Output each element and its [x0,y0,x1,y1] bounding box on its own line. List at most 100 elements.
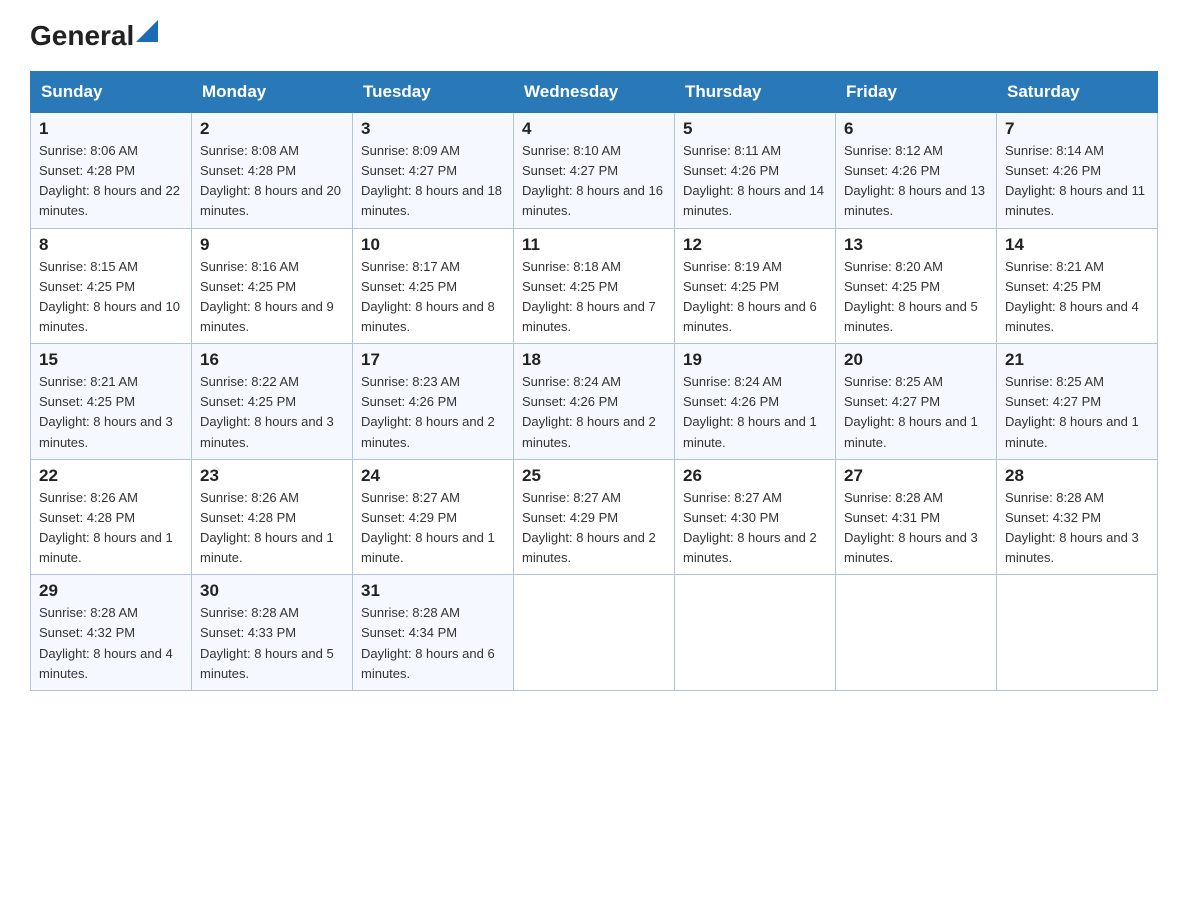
day-info: Sunrise: 8:26 AMSunset: 4:28 PMDaylight:… [39,488,183,569]
logo-general: General [30,22,134,50]
day-cell: 10Sunrise: 8:17 AMSunset: 4:25 PMDayligh… [353,228,514,344]
day-cell: 7Sunrise: 8:14 AMSunset: 4:26 PMDaylight… [997,113,1158,229]
day-info: Sunrise: 8:27 AMSunset: 4:30 PMDaylight:… [683,488,827,569]
day-cell: 16Sunrise: 8:22 AMSunset: 4:25 PMDayligh… [192,344,353,460]
header-thursday: Thursday [675,72,836,113]
logo-triangle-icon [136,20,158,42]
day-number: 10 [361,235,505,255]
day-info: Sunrise: 8:22 AMSunset: 4:25 PMDaylight:… [200,372,344,453]
day-number: 19 [683,350,827,370]
calendar-table: SundayMondayTuesdayWednesdayThursdayFrid… [30,71,1158,691]
week-row-1: 1Sunrise: 8:06 AMSunset: 4:28 PMDaylight… [31,113,1158,229]
day-info: Sunrise: 8:23 AMSunset: 4:26 PMDaylight:… [361,372,505,453]
day-info: Sunrise: 8:17 AMSunset: 4:25 PMDaylight:… [361,257,505,338]
day-cell: 13Sunrise: 8:20 AMSunset: 4:25 PMDayligh… [836,228,997,344]
day-info: Sunrise: 8:24 AMSunset: 4:26 PMDaylight:… [522,372,666,453]
day-number: 30 [200,581,344,601]
week-row-4: 22Sunrise: 8:26 AMSunset: 4:28 PMDayligh… [31,459,1158,575]
day-cell: 5Sunrise: 8:11 AMSunset: 4:26 PMDaylight… [675,113,836,229]
day-cell: 17Sunrise: 8:23 AMSunset: 4:26 PMDayligh… [353,344,514,460]
day-info: Sunrise: 8:27 AMSunset: 4:29 PMDaylight:… [522,488,666,569]
day-cell: 4Sunrise: 8:10 AMSunset: 4:27 PMDaylight… [514,113,675,229]
day-info: Sunrise: 8:21 AMSunset: 4:25 PMDaylight:… [1005,257,1149,338]
header-saturday: Saturday [997,72,1158,113]
calendar-header-row: SundayMondayTuesdayWednesdayThursdayFrid… [31,72,1158,113]
week-row-5: 29Sunrise: 8:28 AMSunset: 4:32 PMDayligh… [31,575,1158,691]
day-info: Sunrise: 8:27 AMSunset: 4:29 PMDaylight:… [361,488,505,569]
day-info: Sunrise: 8:18 AMSunset: 4:25 PMDaylight:… [522,257,666,338]
day-cell: 25Sunrise: 8:27 AMSunset: 4:29 PMDayligh… [514,459,675,575]
day-number: 27 [844,466,988,486]
header-sunday: Sunday [31,72,192,113]
day-number: 18 [522,350,666,370]
header-wednesday: Wednesday [514,72,675,113]
day-number: 17 [361,350,505,370]
day-cell: 31Sunrise: 8:28 AMSunset: 4:34 PMDayligh… [353,575,514,691]
day-info: Sunrise: 8:25 AMSunset: 4:27 PMDaylight:… [844,372,988,453]
day-number: 9 [200,235,344,255]
day-cell: 21Sunrise: 8:25 AMSunset: 4:27 PMDayligh… [997,344,1158,460]
day-number: 3 [361,119,505,139]
day-number: 13 [844,235,988,255]
day-number: 28 [1005,466,1149,486]
day-info: Sunrise: 8:28 AMSunset: 4:32 PMDaylight:… [1005,488,1149,569]
day-info: Sunrise: 8:10 AMSunset: 4:27 PMDaylight:… [522,141,666,222]
day-info: Sunrise: 8:28 AMSunset: 4:31 PMDaylight:… [844,488,988,569]
day-cell: 11Sunrise: 8:18 AMSunset: 4:25 PMDayligh… [514,228,675,344]
day-cell: 12Sunrise: 8:19 AMSunset: 4:25 PMDayligh… [675,228,836,344]
day-number: 2 [200,119,344,139]
day-cell: 30Sunrise: 8:28 AMSunset: 4:33 PMDayligh… [192,575,353,691]
day-cell: 14Sunrise: 8:21 AMSunset: 4:25 PMDayligh… [997,228,1158,344]
day-info: Sunrise: 8:08 AMSunset: 4:28 PMDaylight:… [200,141,344,222]
logo: General [30,20,158,51]
day-number: 23 [200,466,344,486]
day-info: Sunrise: 8:14 AMSunset: 4:26 PMDaylight:… [1005,141,1149,222]
day-cell [675,575,836,691]
day-info: Sunrise: 8:16 AMSunset: 4:25 PMDaylight:… [200,257,344,338]
day-info: Sunrise: 8:24 AMSunset: 4:26 PMDaylight:… [683,372,827,453]
day-number: 5 [683,119,827,139]
day-cell: 19Sunrise: 8:24 AMSunset: 4:26 PMDayligh… [675,344,836,460]
day-number: 26 [683,466,827,486]
day-number: 1 [39,119,183,139]
day-info: Sunrise: 8:11 AMSunset: 4:26 PMDaylight:… [683,141,827,222]
day-number: 6 [844,119,988,139]
header-tuesday: Tuesday [353,72,514,113]
day-cell: 1Sunrise: 8:06 AMSunset: 4:28 PMDaylight… [31,113,192,229]
day-number: 7 [1005,119,1149,139]
day-number: 22 [39,466,183,486]
day-cell: 22Sunrise: 8:26 AMSunset: 4:28 PMDayligh… [31,459,192,575]
day-number: 12 [683,235,827,255]
day-number: 31 [361,581,505,601]
day-cell: 20Sunrise: 8:25 AMSunset: 4:27 PMDayligh… [836,344,997,460]
day-info: Sunrise: 8:26 AMSunset: 4:28 PMDaylight:… [200,488,344,569]
day-info: Sunrise: 8:25 AMSunset: 4:27 PMDaylight:… [1005,372,1149,453]
day-cell: 28Sunrise: 8:28 AMSunset: 4:32 PMDayligh… [997,459,1158,575]
day-number: 24 [361,466,505,486]
day-number: 25 [522,466,666,486]
day-cell: 8Sunrise: 8:15 AMSunset: 4:25 PMDaylight… [31,228,192,344]
day-cell: 18Sunrise: 8:24 AMSunset: 4:26 PMDayligh… [514,344,675,460]
day-info: Sunrise: 8:21 AMSunset: 4:25 PMDaylight:… [39,372,183,453]
day-info: Sunrise: 8:28 AMSunset: 4:34 PMDaylight:… [361,603,505,684]
day-cell: 24Sunrise: 8:27 AMSunset: 4:29 PMDayligh… [353,459,514,575]
day-cell: 3Sunrise: 8:09 AMSunset: 4:27 PMDaylight… [353,113,514,229]
day-info: Sunrise: 8:09 AMSunset: 4:27 PMDaylight:… [361,141,505,222]
day-cell [514,575,675,691]
week-row-2: 8Sunrise: 8:15 AMSunset: 4:25 PMDaylight… [31,228,1158,344]
header-monday: Monday [192,72,353,113]
day-number: 20 [844,350,988,370]
day-number: 4 [522,119,666,139]
page-header: General [30,20,1158,51]
header-friday: Friday [836,72,997,113]
day-info: Sunrise: 8:28 AMSunset: 4:33 PMDaylight:… [200,603,344,684]
day-info: Sunrise: 8:28 AMSunset: 4:32 PMDaylight:… [39,603,183,684]
day-cell [836,575,997,691]
day-cell [997,575,1158,691]
day-number: 15 [39,350,183,370]
day-cell: 15Sunrise: 8:21 AMSunset: 4:25 PMDayligh… [31,344,192,460]
day-cell: 23Sunrise: 8:26 AMSunset: 4:28 PMDayligh… [192,459,353,575]
day-cell: 27Sunrise: 8:28 AMSunset: 4:31 PMDayligh… [836,459,997,575]
day-info: Sunrise: 8:20 AMSunset: 4:25 PMDaylight:… [844,257,988,338]
day-number: 8 [39,235,183,255]
